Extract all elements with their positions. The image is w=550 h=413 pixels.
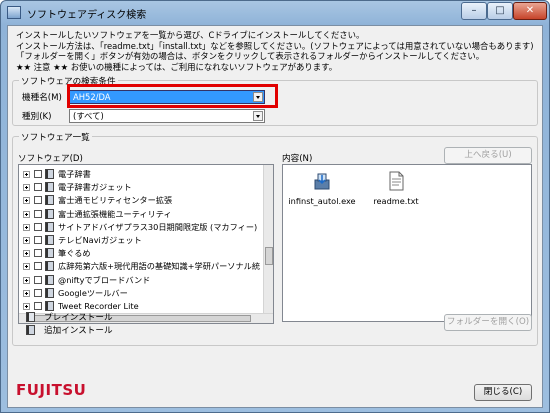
tree-item-label: 電子辞書ガジェット bbox=[58, 182, 132, 193]
instruction-line-1: インストールしたいソフトウェアを一覧から選び、Cドライブにインストールしてくださ… bbox=[16, 30, 365, 40]
tree-item[interactable]: テレビNaviガジェット bbox=[19, 235, 263, 246]
book-icon bbox=[45, 235, 54, 245]
highlight-box bbox=[67, 84, 278, 108]
expand-icon[interactable] bbox=[23, 197, 30, 205]
tree-item[interactable]: 富士通拡張機能ユーティリティ bbox=[19, 208, 263, 220]
tree-item[interactable]: 広辞苑第六版+現代用語の基礎知識+学研パーソナル統 bbox=[19, 261, 263, 272]
instruction-line-4: ★★ 注意 ★★ お使いの機種によっては、ご利用になれないソフトウェアがあります… bbox=[16, 61, 338, 72]
book-icon bbox=[45, 248, 54, 259]
minimize-button[interactable]: – bbox=[461, 2, 487, 20]
up-button[interactable]: 上へ戻る(U) bbox=[444, 147, 532, 164]
type-select-value: (すべて) bbox=[73, 111, 104, 121]
fujitsu-logo: FUJITSU bbox=[16, 381, 87, 399]
expand-icon[interactable] bbox=[23, 263, 30, 271]
checkbox[interactable] bbox=[34, 302, 42, 310]
tree-item-label: Googleツールバー bbox=[58, 287, 128, 298]
expand-icon[interactable] bbox=[23, 210, 30, 218]
tree-item-label: 富士通拡張機能ユーティリティ bbox=[58, 208, 172, 219]
app-window: ソフトウェアディスク検索 – □ ✕ インストールしたいソフトウェアを一覧から選… bbox=[0, 0, 550, 413]
book-icon bbox=[45, 261, 54, 272]
software-tree[interactable]: 電子辞書電子辞書ガジェット富士通モビリティセンター拡張 富士通拡張機能ユーティリテ… bbox=[18, 164, 274, 324]
checkbox[interactable] bbox=[34, 262, 42, 271]
expand-icon[interactable] bbox=[23, 250, 30, 258]
software-tree-label: ソフトウェア(D) bbox=[18, 154, 83, 164]
tree-item[interactable]: サイトアドバイザプラス30日期間限定版 (マカフィー) bbox=[19, 221, 263, 233]
tree-scroll-thumb[interactable] bbox=[265, 247, 273, 265]
book-icon bbox=[45, 169, 54, 179]
checkbox[interactable] bbox=[34, 209, 42, 218]
tree-vertical-scrollbar[interactable] bbox=[263, 165, 273, 315]
window-title: ソフトウェアディスク検索 bbox=[27, 10, 147, 21]
expand-icon[interactable] bbox=[23, 171, 30, 178]
book-icon bbox=[26, 312, 35, 322]
file-item-readme[interactable]: readme.txt bbox=[361, 171, 431, 206]
checkbox[interactable] bbox=[34, 222, 42, 231]
checkbox[interactable] bbox=[34, 183, 42, 192]
book-icon bbox=[45, 287, 54, 298]
text-file-icon bbox=[389, 171, 404, 191]
checkbox[interactable] bbox=[34, 170, 42, 178]
title-bar[interactable]: ソフトウェアディスク検索 – □ ✕ bbox=[1, 1, 549, 25]
tree-item-label: テレビNaviガジェット bbox=[58, 235, 142, 245]
file-name: readme.txt bbox=[373, 196, 419, 206]
book-icon bbox=[26, 325, 35, 335]
dialog-body: インストールしたいソフトウェアを一覧から選び、Cドライブにインストールしてくださ… bbox=[7, 25, 543, 408]
checkbox[interactable] bbox=[34, 236, 42, 244]
checkbox[interactable] bbox=[34, 275, 42, 284]
book-icon bbox=[45, 182, 54, 193]
book-icon bbox=[45, 208, 54, 219]
contents-pane[interactable]: infinst_autol.exe readme.txt bbox=[282, 164, 532, 322]
close-window-button[interactable]: ✕ bbox=[513, 2, 547, 20]
close-button[interactable]: 閉じる(C) bbox=[474, 384, 532, 401]
model-label: 機種名(M) bbox=[22, 93, 62, 103]
file-name: infinst_autol.exe bbox=[288, 196, 356, 206]
tree-item[interactable]: @niftyでブロードバンド bbox=[19, 274, 263, 286]
instructions: インストールしたいソフトウェアを一覧から選び、Cドライブにインストールしてくださ… bbox=[16, 30, 541, 72]
type-label: 種別(K) bbox=[22, 112, 52, 122]
tree-item-label: サイトアドバイザプラス30日期間限定版 (マカフィー) bbox=[58, 221, 258, 232]
tree-item-label: @niftyでブロードバンド bbox=[58, 274, 151, 285]
instruction-line-2: インストール方法は、「readme.txt」「install.txt」などを参照… bbox=[16, 40, 534, 51]
software-list-label: ソフトウェア一覧 bbox=[19, 131, 92, 143]
book-icon bbox=[45, 221, 54, 232]
tree-item[interactable]: 筆ぐるめ bbox=[19, 248, 263, 259]
book-icon bbox=[45, 195, 54, 206]
maximize-button[interactable]: □ bbox=[487, 2, 513, 20]
checkbox[interactable] bbox=[34, 196, 42, 205]
instruction-line-3: 「フォルダーを開く」ボタンが有効の場合は、ボタンをクリックして表示されるフォルダ… bbox=[16, 51, 485, 61]
expand-icon[interactable] bbox=[23, 223, 30, 231]
tree-item[interactable]: 富士通モビリティセンター拡張 bbox=[19, 195, 263, 206]
open-folder-button[interactable]: フォルダーを開く(O) bbox=[444, 314, 532, 331]
tree-item[interactable]: 電子辞書 bbox=[19, 169, 263, 180]
tree-item-label: 電子辞書 bbox=[58, 169, 91, 179]
tree-item-label: 富士通モビリティセンター拡張 bbox=[58, 195, 173, 206]
tree-item-label: 筆ぐるめ bbox=[58, 248, 91, 259]
book-icon bbox=[45, 301, 54, 311]
expand-icon[interactable] bbox=[23, 289, 30, 297]
checkbox[interactable] bbox=[34, 288, 42, 297]
type-select[interactable]: (すべて) bbox=[69, 109, 265, 123]
tree-item[interactable]: Googleツールバー bbox=[19, 287, 263, 299]
expand-icon[interactable] bbox=[23, 184, 30, 192]
app-icon bbox=[7, 6, 21, 19]
tree-item[interactable]: 電子辞書ガジェット bbox=[19, 182, 263, 193]
expand-icon[interactable] bbox=[23, 237, 30, 244]
file-item-installer[interactable]: infinst_autol.exe bbox=[287, 171, 357, 206]
book-icon bbox=[45, 274, 54, 285]
expand-icon[interactable] bbox=[23, 276, 30, 284]
tree-item-label: 広辞苑第六版+現代用語の基礎知識+学研パーソナル統 bbox=[58, 261, 261, 272]
expand-icon[interactable] bbox=[23, 303, 30, 310]
installer-icon bbox=[314, 173, 330, 190]
checkbox[interactable] bbox=[34, 249, 42, 258]
contents-label: 内容(N) bbox=[282, 154, 313, 164]
chevron-down-icon[interactable] bbox=[253, 111, 263, 121]
